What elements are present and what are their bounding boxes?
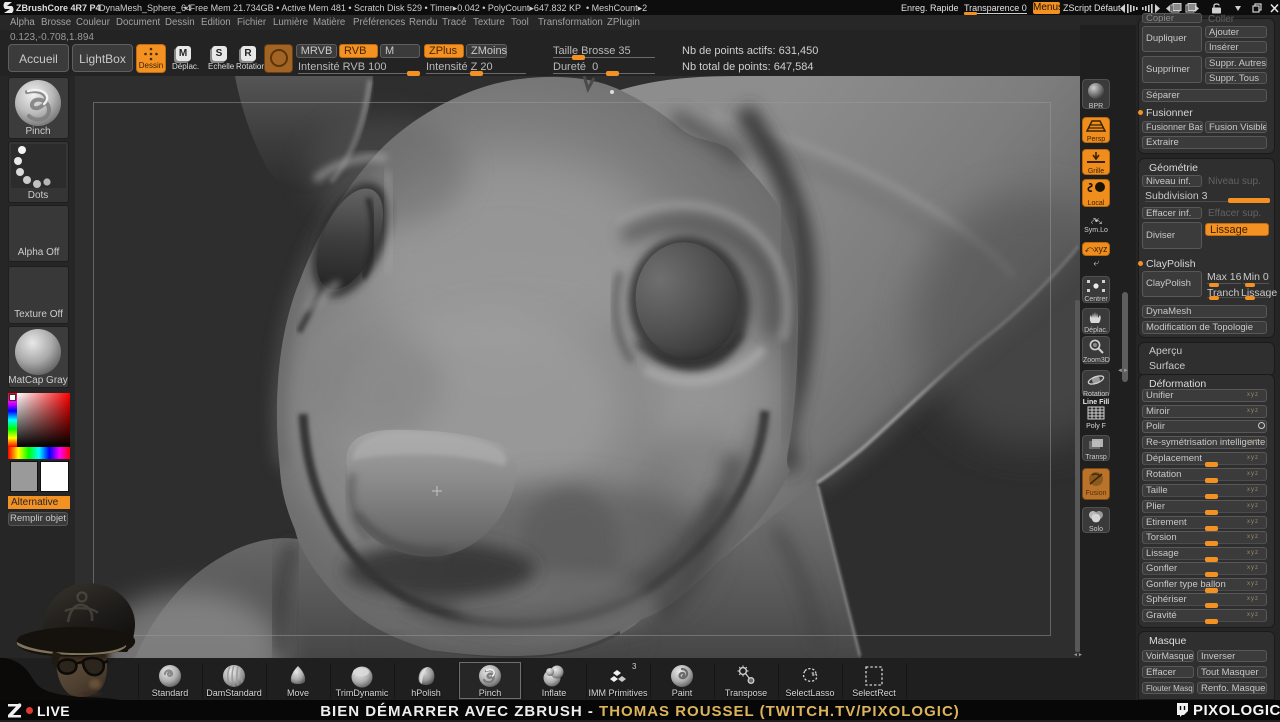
svg-text:Dots: Dots <box>28 190 49 201</box>
svg-text:Pinch: Pinch <box>25 126 50 137</box>
svg-text:MatCap Gray: MatCap Gray <box>9 375 68 386</box>
